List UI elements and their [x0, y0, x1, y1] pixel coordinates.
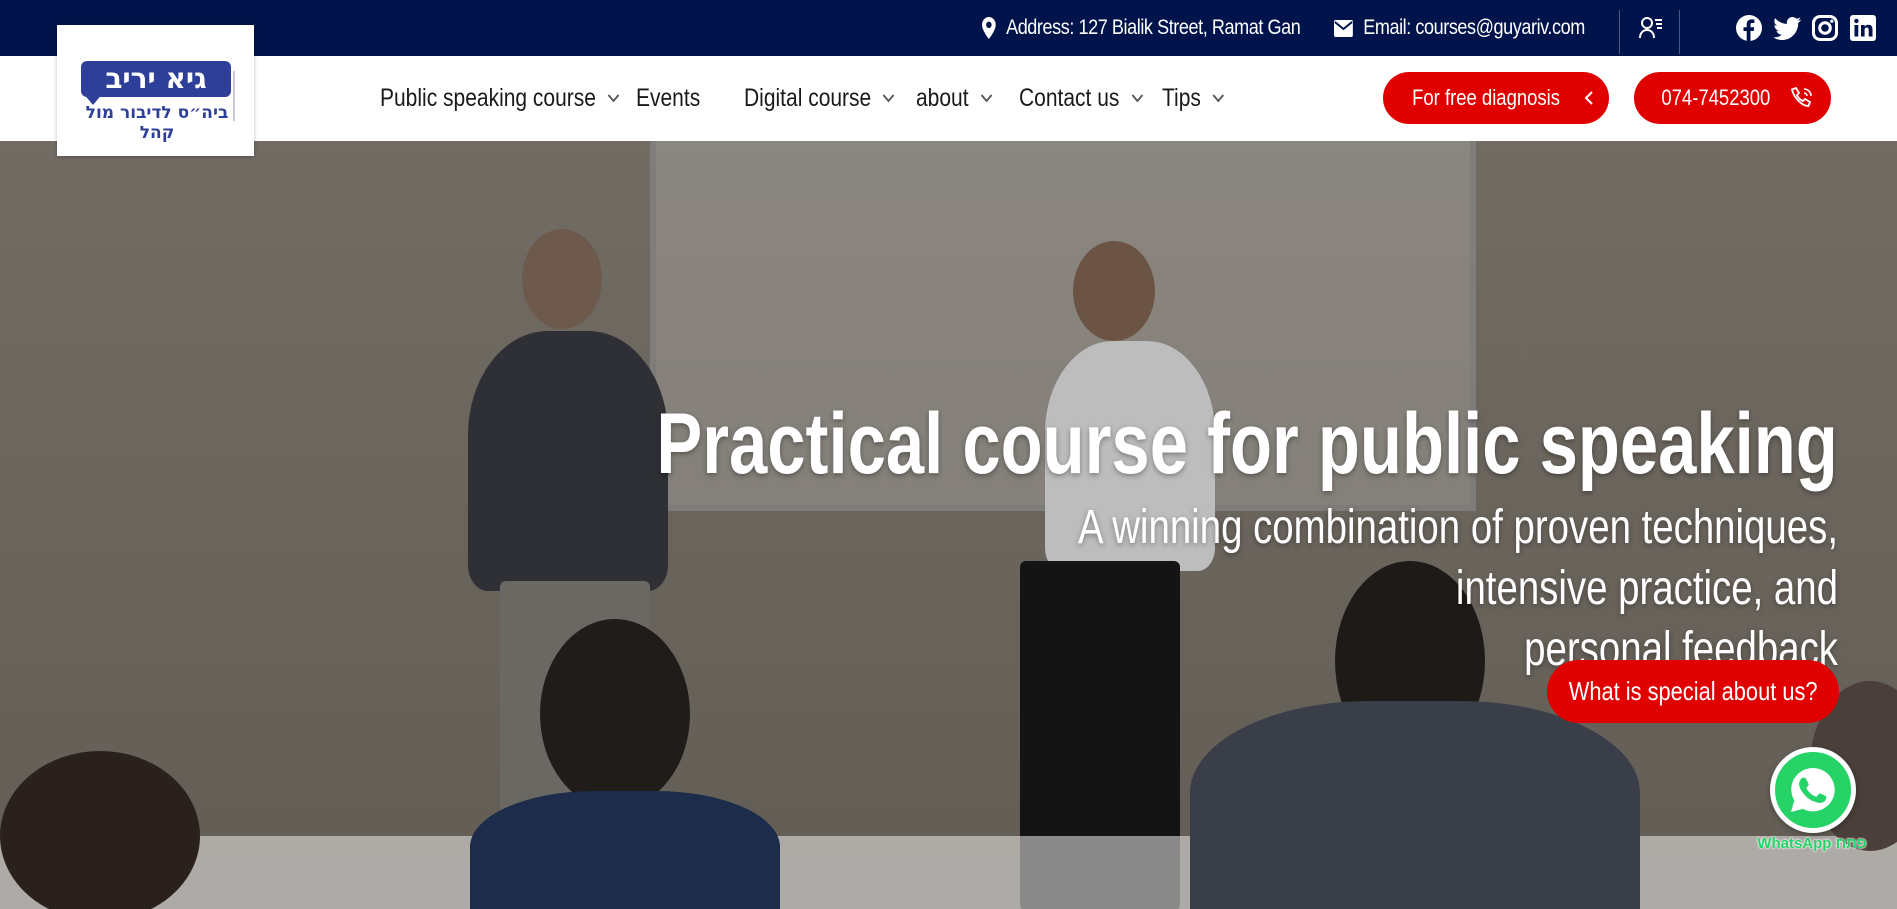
logo-tagline: ביה״ס לדיבור מול קהל [85, 103, 229, 143]
nav-item-tips[interactable]: Tips [1162, 56, 1225, 141]
nav-item-public-speaking-course[interactable]: Public speaking course [380, 56, 620, 141]
divider [1619, 10, 1620, 54]
nav-item-contact-us[interactable]: Contact us [1019, 56, 1143, 141]
nav-item-about[interactable]: about [916, 56, 992, 141]
location-pin-icon [982, 17, 996, 39]
address-info: Address: 127 Bialik Street, Ramat Gan [982, 0, 1301, 56]
nav-label: about [916, 84, 969, 112]
nav-label: Tips [1162, 84, 1201, 112]
facebook-icon[interactable] [1735, 14, 1763, 42]
nav-label: Contact us [1019, 84, 1120, 112]
chevron-down-icon [1212, 94, 1225, 103]
chevron-down-icon [607, 94, 620, 103]
email-info[interactable]: Email: courses@guyariv.com [1334, 0, 1585, 56]
nav-item-events[interactable]: Events [636, 56, 700, 141]
envelope-icon [1334, 19, 1353, 37]
hero-subtitle-line-1: A winning combination of proven techniqu… [1078, 501, 1838, 615]
phone-button[interactable]: 074-7452300 [1634, 72, 1831, 124]
twitter-icon[interactable] [1773, 14, 1801, 42]
whatsapp-label[interactable]: WhatsApp פתח [1752, 835, 1872, 852]
phone-icon [1791, 86, 1813, 107]
nav-label: Public speaking course [380, 84, 596, 112]
chevron-down-icon [883, 94, 895, 103]
what-is-special-label: What is special about us? [1568, 676, 1818, 706]
phone-number-label: 074-7452300 [1661, 85, 1770, 110]
logo-name: גיא יריב [81, 61, 231, 97]
divider [1679, 10, 1680, 54]
free-diagnosis-button[interactable]: For free diagnosis [1383, 72, 1609, 124]
free-diagnosis-label: For free diagnosis [1412, 85, 1560, 110]
user-list-icon[interactable] [1637, 14, 1665, 42]
chevron-down-icon [1131, 94, 1143, 103]
nav-label: Digital course [744, 84, 872, 112]
hero-title: Practical course for public speaking [656, 396, 1838, 492]
top-info-bar: Address: 127 Bialik Street, Ramat Gan Em… [0, 0, 1897, 56]
chevron-down-icon [980, 94, 992, 103]
chevron-left-icon [1584, 91, 1593, 105]
nav-label: Events [636, 84, 701, 112]
what-is-special-button[interactable]: What is special about us? [1547, 660, 1839, 723]
whatsapp-icon[interactable] [1770, 747, 1856, 833]
hero-section: Practical course for public speaking A w… [0, 141, 1897, 909]
nav-item-digital-course[interactable]: Digital course [744, 56, 895, 141]
linkedin-icon[interactable] [1849, 14, 1877, 42]
whatsapp-widget[interactable]: WhatsApp פתח [1752, 747, 1872, 857]
email-link[interactable]: Email: courses@guyariv.com [1363, 16, 1585, 40]
logo-divider [233, 71, 235, 121]
address-text: Address: 127 Bialik Street, Ramat Gan [1006, 16, 1301, 39]
site-logo[interactable]: גיא יריב ביה״ס לדיבור מול קהל [57, 25, 254, 156]
hero-subtitle: A winning combination of proven techniqu… [958, 497, 1838, 680]
instagram-icon[interactable] [1811, 14, 1839, 42]
main-navigation: Public speaking course Events Digital co… [0, 56, 1897, 141]
